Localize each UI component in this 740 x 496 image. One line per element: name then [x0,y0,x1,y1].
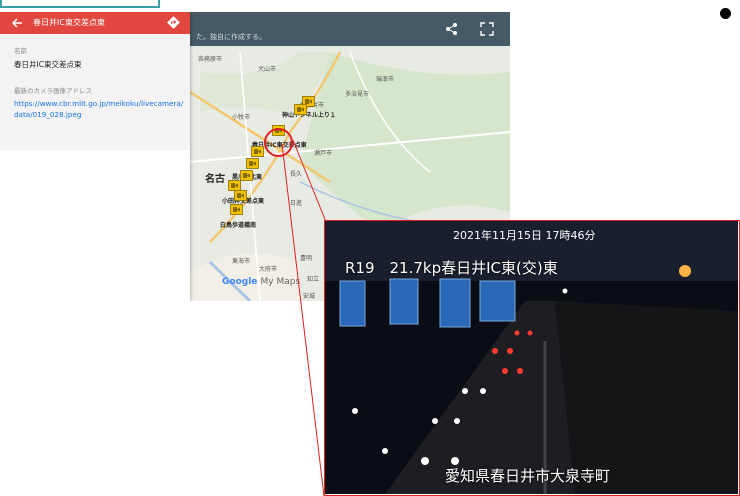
highlight-circle [264,128,293,157]
camera-marker-icon[interactable] [246,158,259,169]
map-place-label: 各務原市 [198,56,223,63]
map-place-label: 大府市 [259,266,278,273]
camera-marker-icon[interactable] [234,190,247,201]
feed-road-label: R19 21.7kp春日井IC東(交)東 [345,259,558,277]
back-arrow-icon[interactable] [11,17,23,29]
camera-url-link[interactable]: https://www.cbr.mlit.go.jp/meikoku/livec… [14,98,186,120]
camera-marker-icon[interactable] [240,170,253,181]
panel-title: 春日井IC東交差点東 [33,18,105,27]
camera-feed-image: 2021年11月15日 17時46分 R19 21.7kp春日井IC東(交)東 … [324,220,740,496]
name-label: 名前 [14,47,27,55]
map-place-label: 東海市 [232,258,251,265]
panel-details: 名前 春日井IC東交差点東 最新のカメラ画像アドレス [0,34,190,150]
camera-label: 神山トンネル上り１ [282,112,336,119]
my-maps-text: My Maps [260,277,301,287]
camera-marker-icon[interactable] [230,204,243,215]
map-place-label: 長久 [290,171,303,178]
map-header-text: た。独自に作成する。 [196,33,266,41]
map-place-label: 安城 [303,293,316,300]
name-value: 春日井IC東交差点東 [14,60,82,69]
info-panel: 春日井IC東交差点東 名前 春日井IC東交差点東 最新のカメラ画像アドレス ht… [0,12,190,301]
map-place-label: 多治見市 [345,91,370,98]
share-icon[interactable] [443,20,461,38]
map-place-label: 瀬戸市 [314,150,333,157]
url-label: 最新のカメラ画像アドレス [14,87,92,95]
feed-location-label: 愛知県春日井市大泉寺町 [445,467,611,485]
map-place-label: 日進 [290,200,303,207]
camera-marker-icon[interactable] [294,104,307,115]
map-place-label: 豊明 [300,255,313,262]
map-place-label: 知立 [307,276,320,283]
feed-timestamp: 2021年11月15日 17時46分 [453,229,596,242]
panel-header: 春日井IC東交差点東 [0,12,190,34]
map-place-label: 名古 [205,174,225,185]
directions-icon[interactable] [166,15,181,30]
map-place-label: 小牧市 [232,114,251,121]
camera-label: 白鳥歩道橋南 [220,222,257,229]
google-my-maps-logo: Google My Maps [222,277,300,287]
bullet-point [720,8,731,19]
camera-marker-icon[interactable] [251,146,264,157]
fullscreen-icon[interactable] [478,20,496,38]
map-place-label: 瑞浪市 [376,76,395,83]
google-logo-text: Google [222,277,258,287]
map-place-label: 犬山市 [258,66,277,73]
top-frame-decoration [0,0,160,8]
